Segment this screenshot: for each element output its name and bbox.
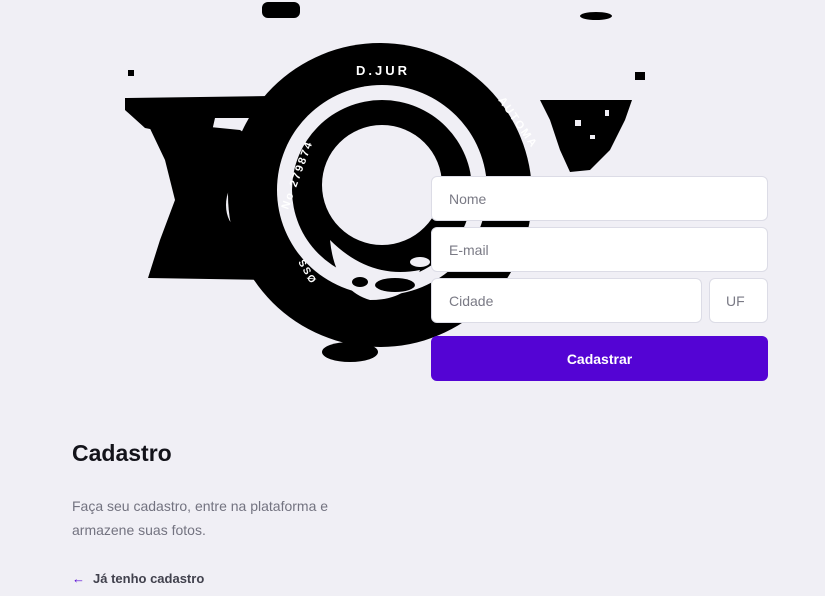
already-registered-link[interactable]: ← Já tenho cadastro: [72, 571, 204, 586]
signup-form: Cadastrar: [431, 176, 768, 381]
email-input[interactable]: [431, 227, 768, 272]
uf-input[interactable]: [709, 278, 768, 323]
name-input[interactable]: [431, 176, 768, 221]
city-input[interactable]: [431, 278, 702, 323]
page-description: Faça seu cadastro, entre na plataforma e…: [72, 498, 329, 538]
lens-ring-text-top: D.JUR: [356, 63, 410, 78]
city-uf-row: [431, 278, 768, 323]
arrow-left-icon: ←: [72, 571, 85, 586]
register-button[interactable]: Cadastrar: [431, 336, 768, 381]
already-registered-label: Já tenho cadastro: [93, 571, 205, 586]
page-title: Cadastro: [72, 440, 172, 466]
